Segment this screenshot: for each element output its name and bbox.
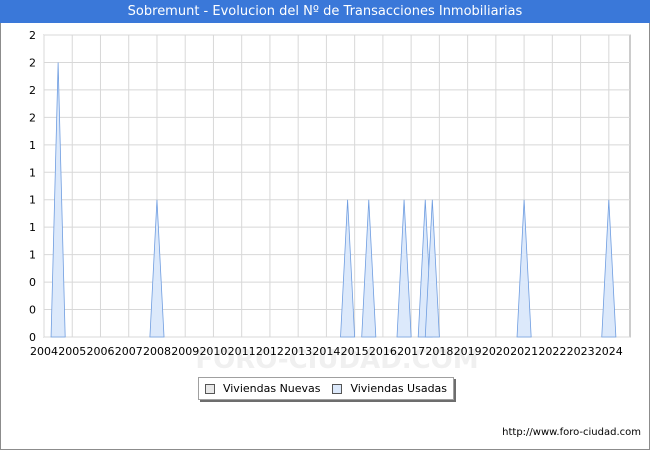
y-tick-label: 2 — [29, 56, 36, 69]
x-tick-label: 2008 — [143, 345, 171, 358]
legend-swatch-nuevas — [204, 383, 215, 394]
y-tick-label: 0 — [29, 304, 36, 317]
y-tick-label: 2 — [29, 29, 36, 42]
y-tick-label: 1 — [29, 249, 36, 262]
x-tick-label: 2004 — [30, 345, 58, 358]
x-tick-label: 2016 — [369, 345, 397, 358]
x-tick-label: 2024 — [595, 345, 623, 358]
x-tick-label: 2021 — [510, 345, 538, 358]
y-tick-label: 1 — [29, 139, 36, 152]
x-axis-ticks: 2004 2005 2006 2007 2008 2009 2010 2011 2012 2013… — [30, 345, 623, 358]
y-tick-label: 1 — [29, 221, 36, 234]
x-tick-label: 2018 — [425, 345, 453, 358]
y-tick-label: 0 — [29, 276, 36, 289]
x-tick-label: 2017 — [397, 345, 425, 358]
y-axis-ticks: 0 0 0 1 1 1 1 1 2 2 2 2 — [29, 29, 36, 344]
legend-item-nuevas: Viviendas Nuevas — [204, 382, 321, 395]
legend-label-nuevas: Viviendas Nuevas — [222, 382, 321, 395]
x-tick-label: 2013 — [284, 345, 312, 358]
x-tick-label: 2014 — [312, 345, 340, 358]
y-tick-label: 0 — [29, 331, 36, 344]
y-tick-label: 2 — [29, 84, 36, 97]
x-tick-label: 2005 — [58, 345, 86, 358]
x-tick-label: 2010 — [199, 345, 227, 358]
x-tick-label: 2009 — [171, 345, 199, 358]
x-tick-label: 2023 — [567, 345, 595, 358]
y-tick-label: 1 — [29, 166, 36, 179]
legend-label-usadas: Viviendas Usadas — [350, 382, 448, 395]
x-tick-label: 2012 — [256, 345, 284, 358]
y-tick-label: 1 — [29, 194, 36, 207]
x-tick-label: 2015 — [341, 345, 369, 358]
y-tick-label: 2 — [29, 111, 36, 124]
legend-item-usadas: Viviendas Usadas — [332, 382, 447, 395]
x-tick-label: 2007 — [115, 345, 143, 358]
legend-swatch-usadas — [332, 383, 343, 394]
x-tick-label: 2022 — [538, 345, 566, 358]
x-tick-label: 2006 — [86, 345, 114, 358]
x-tick-label: 2019 — [454, 345, 482, 358]
x-tick-label: 2020 — [482, 345, 510, 358]
footer-url: http://www.foro-ciudad.com — [502, 427, 641, 438]
x-tick-label: 2011 — [228, 345, 256, 358]
legend: Viviendas Nuevas Viviendas Usadas — [198, 377, 454, 400]
plot-area — [43, 34, 631, 338]
